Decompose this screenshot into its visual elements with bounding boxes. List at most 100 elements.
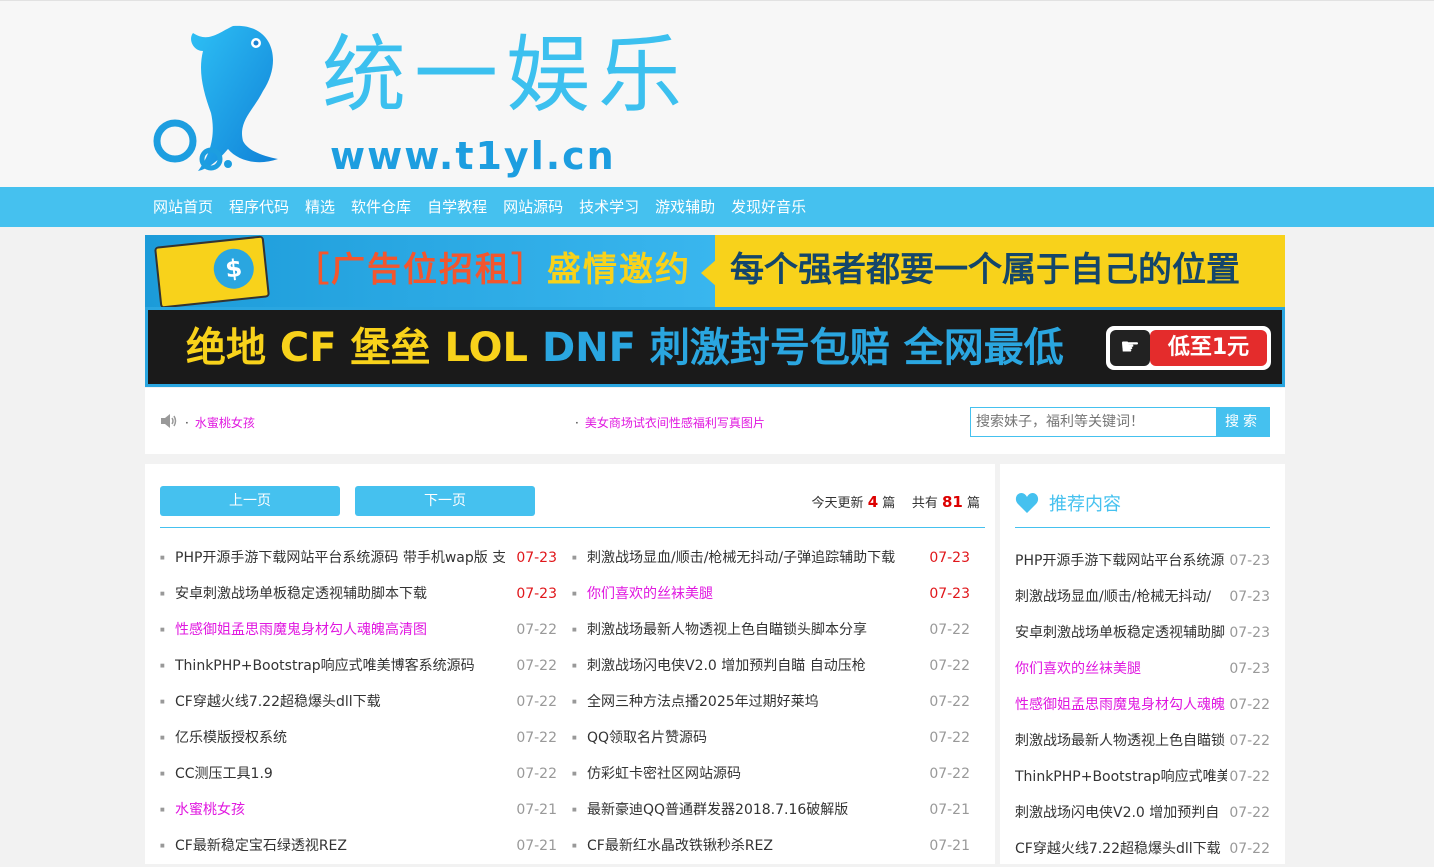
- list-item[interactable]: ■ 亿乐模版授权系统 07-22: [160, 720, 557, 756]
- bullet-icon: ■: [572, 555, 577, 561]
- main-nav: 网站首页 程序代码 精选 软件仓库 自学教程 网站源码 技术学习 游戏辅助 发现…: [0, 187, 1434, 227]
- list-item-title[interactable]: 全网三种方法点播2025年过期好莱坞: [587, 684, 917, 720]
- sidebar-item[interactable]: ThinkPHP+Bootstrap响应式唯美 07-22: [1015, 759, 1270, 795]
- update-stats: 今天更新 4 篇 共有 81 篇: [812, 492, 980, 511]
- list-item[interactable]: ■ QQ领取名片赞源码 07-22: [572, 720, 970, 756]
- bullet-icon: ■: [572, 735, 577, 741]
- sidebar-item-title[interactable]: ThinkPHP+Bootstrap响应式唯美: [1015, 759, 1227, 795]
- list-item-title[interactable]: 水蜜桃女孩: [175, 792, 505, 828]
- list-item[interactable]: ■ 刺激战场显血/顺击/枪械无抖动/子弹追踪辅助下载 07-23: [572, 540, 970, 576]
- prev-page-button[interactable]: 上一页: [160, 486, 340, 516]
- sidebar-item[interactable]: CF穿越火线7.22超稳爆头dll下载 07-22: [1015, 831, 1270, 867]
- list-item[interactable]: ■ 你们喜欢的丝袜美腿 07-23: [572, 576, 970, 612]
- sidebar-item[interactable]: 安卓刺激战场单板稳定透视辅助脚 07-23: [1015, 615, 1270, 651]
- list-item[interactable]: ■ 安卓刺激战场单板稳定透视辅助脚本下载 07-23: [160, 576, 557, 612]
- sidebar-item-title[interactable]: 刺激战场闪电侠V2.0 增加预判自: [1015, 795, 1227, 831]
- sidebar-item[interactable]: 刺激战场闪电侠V2.0 增加预判自 07-22: [1015, 795, 1270, 831]
- sidebar-item-date: 07-22: [1229, 841, 1270, 857]
- list-item[interactable]: ■ ThinkPHP+Bootstrap响应式唯美博客系统源码 07-22: [160, 648, 557, 684]
- sidebar-item-date: 07-22: [1229, 769, 1270, 785]
- list-item[interactable]: ■ 最新豪迪QQ普通群发器2018.7.16破解版 07-21: [572, 792, 970, 828]
- main-content: 上一页 下一页 今天更新 4 篇 共有 81 篇 ■ PHP开源手游下载网站平台系…: [145, 464, 995, 864]
- list-item-title[interactable]: 亿乐模版授权系统: [175, 720, 505, 756]
- arrow-icon: [701, 259, 717, 287]
- nav-item-software[interactable]: 软件仓库: [343, 187, 419, 227]
- list-item[interactable]: ■ 刺激战场最新人物透视上色自瞄锁头脚本分享 07-22: [572, 612, 970, 648]
- list-item-title[interactable]: 刺激战场闪电侠V2.0 增加预判自瞄 自动压枪: [587, 648, 917, 684]
- sidebar-item-date: 07-23: [1229, 553, 1270, 569]
- bullet-icon: ■: [160, 807, 165, 813]
- sidebar-item[interactable]: 刺激战场最新人物透视上色自瞄锁 07-22: [1015, 723, 1270, 759]
- dollar-coin-icon: $: [211, 246, 256, 291]
- list-item-title[interactable]: CF最新稳定宝石绿透视REZ: [175, 828, 505, 864]
- logo-url[interactable]: www.t1yl.cn: [330, 131, 616, 181]
- list-item-title[interactable]: CF穿越火线7.22超稳爆头dll下载: [175, 684, 505, 720]
- list-item-date: 07-21: [929, 838, 970, 854]
- nav-item-source[interactable]: 网站源码: [495, 187, 571, 227]
- list-item-date: 07-21: [516, 802, 557, 818]
- nav-item-code[interactable]: 程序代码: [221, 187, 297, 227]
- list-item-date: 07-22: [929, 658, 970, 674]
- fish-logo-icon[interactable]: [153, 21, 288, 173]
- heart-icon: [1015, 493, 1039, 513]
- list-item[interactable]: ■ 性感御姐孟思雨魔鬼身材勾人魂魄高清图 07-22: [160, 612, 557, 648]
- sidebar-item[interactable]: 你们喜欢的丝袜美腿 07-23: [1015, 651, 1270, 687]
- list-item[interactable]: ■ CF穿越火线7.22超稳爆头dll下载 07-22: [160, 684, 557, 720]
- list-item[interactable]: ■ 全网三种方法点播2025年过期好莱坞 07-22: [572, 684, 970, 720]
- sidebar-item[interactable]: 刺激战场显血/顺击/枪械无抖动/07-23: [1015, 579, 1270, 615]
- nav-item-tutorial[interactable]: 自学教程: [419, 187, 495, 227]
- sidebar-item-title[interactable]: 你们喜欢的丝袜美腿: [1015, 651, 1227, 687]
- sidebar-item-title[interactable]: CF穿越火线7.22超稳爆头dll下载: [1015, 831, 1227, 867]
- notice-item[interactable]: · 水蜜桃女孩: [185, 414, 255, 431]
- ad-banner-game[interactable]: 绝地 CF 堡垒 LOL DNF 刺激封号包赔 全网最低 ☛ 低至1元: [145, 307, 1285, 387]
- list-item-title[interactable]: 刺激战场最新人物透视上色自瞄锁头脚本分享: [587, 612, 917, 648]
- list-item-title[interactable]: CF最新红水晶改铁锹秒杀REZ: [587, 828, 917, 864]
- list-item-title[interactable]: 性感御姐孟思雨魔鬼身材勾人魂魄高清图: [175, 612, 505, 648]
- search-input[interactable]: [970, 407, 1217, 437]
- list-item[interactable]: ■ CF最新红水晶改铁锹秒杀REZ 07-21: [572, 828, 970, 864]
- sidebar-item[interactable]: 性感御姐孟思雨魔鬼身材勾人魂魄 07-22: [1015, 687, 1270, 723]
- list-item[interactable]: ■ CF最新稳定宝石绿透视REZ 07-21: [160, 828, 557, 864]
- list-item[interactable]: ■ 刺激战场闪电侠V2.0 增加预判自瞄 自动压枪 07-22: [572, 648, 970, 684]
- sidebar-item-title[interactable]: 刺激战场显血/顺击/枪械无抖动/: [1015, 579, 1227, 615]
- today-unit: 篇: [882, 496, 896, 511]
- list-item-title[interactable]: 刺激战场显血/顺击/枪械无抖动/子弹追踪辅助下载: [587, 540, 917, 576]
- list-item-date: 07-22: [516, 658, 557, 674]
- list-item[interactable]: ■ 仿彩虹卡密社区网站源码 07-22: [572, 756, 970, 792]
- logo-text[interactable]: 统一娱乐: [322, 29, 690, 121]
- list-item-title[interactable]: ThinkPHP+Bootstrap响应式唯美博客系统源码: [175, 648, 505, 684]
- sidebar-item[interactable]: PHP开源手游下载网站平台系统源 07-23: [1015, 543, 1270, 579]
- list-item-title[interactable]: 你们喜欢的丝袜美腿: [587, 576, 917, 612]
- list-item-title[interactable]: 仿彩虹卡密社区网站源码: [587, 756, 917, 792]
- notice-item[interactable]: · 美女商场试衣间性感福利写真图片: [575, 414, 765, 431]
- total-label: 共有: [911, 496, 938, 511]
- list-item-date: 07-22: [516, 694, 557, 710]
- ad-banner-rent[interactable]: $ ［广告位招租］盛情邀约 每个强者都要一个属于自己的位置: [145, 235, 1285, 307]
- sidebar-item-date: 07-23: [1229, 661, 1270, 677]
- bullet-icon: ■: [572, 663, 577, 669]
- list-item[interactable]: ■ CC测压工具1.9 07-22: [160, 756, 557, 792]
- nav-item-tech[interactable]: 技术学习: [571, 187, 647, 227]
- ad-game-text: 绝地 CF 堡垒 LOL DNF 刺激封号包赔 全网最低: [186, 320, 1064, 376]
- bullet-icon: ■: [572, 843, 577, 849]
- next-page-button[interactable]: 下一页: [355, 486, 535, 516]
- sidebar-item-title[interactable]: 性感御姐孟思雨魔鬼身材勾人魂魄: [1015, 687, 1227, 723]
- list-item[interactable]: ■ 水蜜桃女孩 07-21: [160, 792, 557, 828]
- list-item-title[interactable]: CC测压工具1.9: [175, 756, 505, 792]
- list-item-title[interactable]: 安卓刺激战场单板稳定透视辅助脚本下载: [175, 576, 505, 612]
- list-item-date: 07-22: [929, 730, 970, 746]
- ad-price-button[interactable]: ☛ 低至1元: [1106, 326, 1271, 370]
- sidebar-item-title[interactable]: PHP开源手游下载网站平台系统源: [1015, 543, 1227, 579]
- nav-item-music[interactable]: 发现好音乐: [723, 187, 814, 227]
- list-item-title[interactable]: QQ领取名片赞源码: [587, 720, 917, 756]
- list-item-title[interactable]: PHP开源手游下载网站平台系统源码 带手机wap版 支: [175, 540, 505, 576]
- list-item[interactable]: ■ PHP开源手游下载网站平台系统源码 带手机wap版 支 07-23: [160, 540, 557, 576]
- nav-item-home[interactable]: 网站首页: [145, 187, 221, 227]
- nav-item-game[interactable]: 游戏辅助: [647, 187, 723, 227]
- list-item-title[interactable]: 最新豪迪QQ普通群发器2018.7.16破解版: [587, 792, 917, 828]
- nav-item-featured[interactable]: 精选: [297, 187, 343, 227]
- list-item-date: 07-23: [929, 586, 970, 602]
- sidebar-item-title[interactable]: 安卓刺激战场单板稳定透视辅助脚: [1015, 615, 1227, 651]
- search-button[interactable]: 搜索: [1216, 407, 1270, 437]
- sidebar-item-title[interactable]: 刺激战场最新人物透视上色自瞄锁: [1015, 723, 1227, 759]
